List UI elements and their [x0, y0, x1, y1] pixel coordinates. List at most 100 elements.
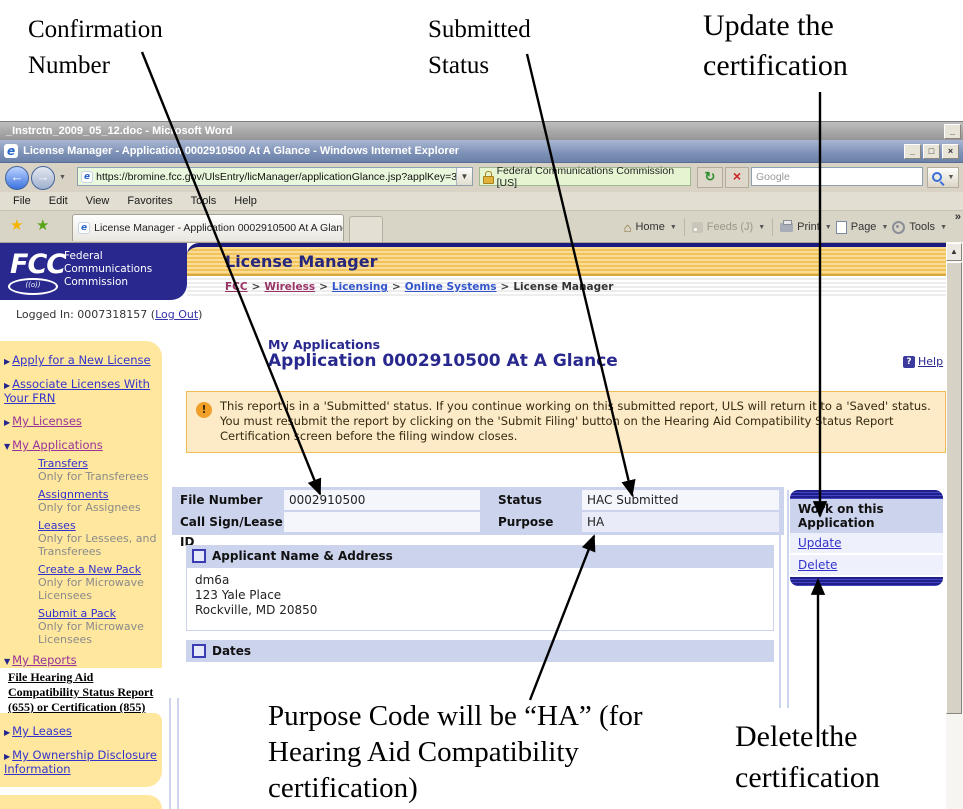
logged-in-text-suffix: ) [198, 308, 203, 321]
menu-file[interactable]: File [4, 195, 40, 207]
page-button[interactable]: Page [851, 221, 877, 233]
sidebar-item-file-hearing-aid-report[interactable]: File Hearing Aid Compatibility Status Re… [8, 670, 160, 715]
feeds-icon [691, 221, 703, 233]
search-options-dropdown-icon[interactable]: ▼ [948, 174, 955, 181]
page-icon [835, 220, 847, 234]
sidebar-item-associate-licenses[interactable]: ▶ Associate Licenses With Your FRN [4, 378, 158, 405]
sidebar-item-apply-new-license[interactable]: ▶ Apply for a New License [4, 354, 158, 368]
breadcrumb-online-systems[interactable]: Online Systems [405, 281, 497, 293]
security-badge[interactable]: Federal Communications Commission [US] [479, 165, 691, 189]
tools-button[interactable]: Tools [909, 221, 935, 233]
sidebar-note: Only for Transferees [38, 470, 149, 483]
annotation-delete-certification: Delete the certification [735, 720, 880, 794]
word-minimize-button[interactable]: _ [944, 123, 961, 139]
refresh-button[interactable]: ↻ [697, 167, 723, 188]
help-link[interactable]: Help [918, 355, 943, 368]
content-right-border [779, 490, 781, 708]
feeds-button[interactable]: Feeds (J) [707, 221, 753, 233]
menu-view[interactable]: View [77, 195, 119, 207]
feeds-dropdown-icon[interactable]: ▼ [758, 224, 765, 231]
applicant-city: Rockville, MD 20850 [195, 603, 318, 617]
sidebar-divider-line [169, 698, 171, 809]
expanded-arrow-icon: ▼ [4, 657, 11, 666]
page-dropdown-icon[interactable]: ▼ [881, 224, 888, 231]
ie-close-button[interactable]: × [942, 143, 959, 159]
section-square-icon [192, 644, 206, 658]
search-go-button[interactable]: ▼ [927, 167, 959, 188]
ie-maximize-button[interactable]: □ [923, 143, 940, 159]
collapsed-arrow-icon: ▶ [4, 418, 11, 427]
forward-button[interactable]: → [31, 166, 55, 190]
applicant-address: dm6a 123 Yale Place Rockville, MD 20850 [186, 567, 774, 631]
annotation-purpose-code: Purpose Code will be “HA” (for Hearing A… [268, 700, 643, 804]
breadcrumb-licensing[interactable]: Licensing [332, 281, 388, 293]
sidebar-item-create-new-pack[interactable]: Create a New Pack Only for Microwave Lice… [38, 563, 158, 602]
dates-section-header: Dates [186, 640, 774, 662]
scroll-up-icon[interactable]: ▲ [946, 243, 962, 261]
breadcrumb-current: License Manager [513, 281, 614, 293]
word-title-bar: _Instrctn_2009_05_12.doc - Microsoft Wor… [0, 121, 963, 140]
breadcrumb: FCC > Wireless > Licensing > Online Syst… [187, 276, 946, 298]
status-value: HAC Submitted [582, 490, 780, 510]
breadcrumb-separator: > [251, 281, 261, 293]
sidebar-item-my-applications[interactable]: ▼ My Applications [4, 439, 158, 453]
sidebar-item-assignments[interactable]: Assignments Only for Assignees [38, 488, 158, 514]
favorites-star-icon[interactable]: ★ [10, 218, 23, 233]
tab-favicon-icon: e [78, 222, 91, 234]
address-field[interactable]: e ▼ [77, 167, 473, 186]
warning-box: ! This report is in a 'Submitted' status… [186, 391, 946, 453]
url-dropdown-icon[interactable]: ▼ [456, 168, 472, 185]
vertical-scrollbar[interactable]: ▲ [946, 242, 963, 809]
sidebar-item-submit-a-pack[interactable]: Submit a Pack Only for Microwave Licensee… [38, 607, 158, 646]
update-link[interactable]: Update [790, 533, 943, 555]
menu-edit[interactable]: Edit [40, 195, 77, 207]
search-input[interactable] [752, 170, 922, 183]
search-box[interactable] [751, 167, 923, 186]
sidebar-item-transfers[interactable]: Transfers Only for Transferees [38, 457, 158, 483]
print-dropdown-icon[interactable]: ▼ [825, 224, 832, 231]
toolbar-overflow-chevron[interactable]: » [955, 211, 961, 223]
sidebar-item-my-ownership-disclosure[interactable]: ▶ My Ownership Disclosure Information [4, 749, 158, 776]
application-details-table: File Number 0002910500 Status HAC Submit… [172, 487, 784, 549]
breadcrumb-fcc[interactable]: FCC [225, 281, 248, 293]
url-input[interactable] [96, 170, 456, 183]
home-dropdown-icon[interactable]: ▼ [670, 224, 677, 231]
breadcrumb-wireless[interactable]: Wireless [264, 281, 315, 293]
nav-history-dropdown-icon[interactable]: ▼ [59, 174, 66, 181]
sidebar-item-my-leases[interactable]: ▶ My Leases [4, 725, 158, 739]
ie-menu-bar: File Edit View Favorites Tools Help [0, 192, 963, 211]
ie-minimize-button[interactable]: _ [904, 143, 921, 159]
delete-link[interactable]: Delete [790, 555, 943, 577]
collapsed-arrow-icon: ▶ [4, 728, 11, 737]
warning-text: This report is in a 'Submitted' status. … [220, 399, 931, 443]
back-button[interactable]: ← [5, 166, 29, 190]
new-tab-stub[interactable] [349, 216, 383, 242]
word-title: _Instrctn_2009_05_12.doc - Microsoft Wor… [6, 125, 233, 137]
browser-tab[interactable]: e License Manager - Application 00029105… [72, 214, 344, 241]
menu-help[interactable]: Help [225, 195, 266, 207]
tools-dropdown-icon[interactable]: ▼ [940, 224, 947, 231]
purpose-label: Purpose [498, 515, 554, 529]
call-sign-label: Call Sign/Lease ID [180, 515, 283, 549]
fcc-logo-block: FCC ((o)) Federal Communications Commiss… [0, 242, 187, 300]
help-widget: ? Help [903, 355, 943, 368]
workbox-header: Work on this Application [790, 499, 943, 533]
breadcrumb-separator: > [500, 281, 510, 293]
print-button[interactable]: Print [797, 221, 820, 233]
sidebar-item-my-reports[interactable]: ▼ My Reports [4, 654, 158, 668]
section-square-icon [192, 549, 206, 563]
lock-icon [483, 170, 494, 184]
menu-favorites[interactable]: Favorites [118, 195, 181, 207]
logged-in-text: Logged In: 0007318157 ( [16, 308, 156, 321]
warning-icon: ! [196, 402, 212, 418]
add-favorite-star-icon[interactable]: ★ [36, 218, 49, 233]
scrollbar-thumb[interactable] [946, 262, 962, 714]
logout-link[interactable]: Log Out [155, 308, 198, 321]
sidebar-item-leases[interactable]: Leases Only for Lessees, and Transferees [38, 519, 158, 558]
sidebar-item-my-licenses[interactable]: ▶ My Licenses [4, 415, 158, 429]
menu-tools[interactable]: Tools [182, 195, 226, 207]
content-right-border [787, 490, 789, 708]
home-button[interactable]: Home [635, 221, 664, 233]
home-icon: ⌂ [623, 219, 632, 235]
stop-button[interactable]: × [725, 167, 749, 188]
